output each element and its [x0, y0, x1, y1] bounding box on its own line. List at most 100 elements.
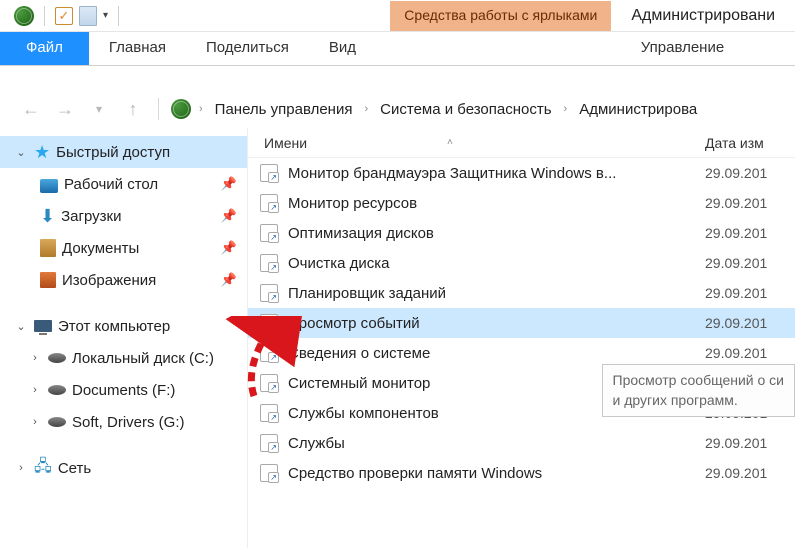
file-row[interactable]: Службы29.09.201	[248, 428, 795, 458]
sidebar-item-downloads[interactable]: ⬇ Загрузки 📌	[0, 200, 247, 232]
tab-manage[interactable]: Управление	[570, 32, 795, 65]
file-date: 29.09.201	[705, 165, 795, 181]
shortcut-icon	[258, 342, 280, 364]
sidebar-item-drive-f[interactable]: › Documents (F:)	[0, 374, 247, 406]
file-date: 29.09.201	[705, 195, 795, 211]
forward-button[interactable]: →	[52, 96, 78, 122]
contextual-tab-header: Средства работы с ярлыками Администриров…	[390, 1, 795, 31]
file-date: 29.09.201	[705, 345, 795, 361]
star-icon: ★	[34, 143, 50, 161]
sidebar-item-label: Быстрый доступ	[56, 144, 247, 161]
sidebar-item-this-pc[interactable]: ⌄ Этот компьютер	[0, 310, 247, 342]
file-row[interactable]: Планировщик заданий29.09.201	[248, 278, 795, 308]
file-date: 29.09.201	[705, 465, 795, 481]
expand-icon[interactable]: ›	[28, 352, 42, 364]
file-date: 29.09.201	[705, 435, 795, 451]
shortcut-icon	[258, 222, 280, 244]
shortcut-icon	[258, 402, 280, 424]
sidebar-item-label: Изображения	[62, 272, 215, 289]
collapse-icon[interactable]: ⌄	[14, 146, 28, 159]
file-name: Сведения о системе	[288, 345, 705, 362]
separator	[158, 98, 159, 120]
separator	[118, 6, 119, 26]
breadcrumb-item[interactable]: Система и безопасность	[376, 98, 555, 121]
explorer-body: ⌄ ★ Быстрый доступ Рабочий стол 📌 ⬇ Загр…	[0, 128, 795, 548]
new-folder-icon[interactable]	[79, 6, 97, 26]
downloads-icon: ⬇	[40, 206, 55, 227]
collapse-icon[interactable]: ⌄	[14, 320, 28, 333]
history-dropdown-icon[interactable]: ▾	[86, 96, 112, 122]
pin-icon[interactable]: 📌	[221, 208, 237, 224]
shortcut-icon	[258, 372, 280, 394]
tab-view[interactable]: Вид	[309, 32, 376, 65]
documents-icon	[40, 239, 56, 257]
column-headers[interactable]: Имени ˄ Дата изм	[248, 128, 795, 158]
location-icon[interactable]	[171, 99, 191, 119]
file-list-pane: Имени ˄ Дата изм Монитор брандмауэра Защ…	[248, 128, 795, 548]
quick-access-toolbar: ✓ ▾	[0, 6, 123, 26]
window-title: Администрировани	[611, 1, 795, 31]
ribbon-tabs: Файл Главная Поделиться Вид Управление	[0, 32, 795, 66]
file-row[interactable]: Просмотр событий29.09.201	[248, 308, 795, 338]
shortcut-icon	[258, 252, 280, 274]
file-row[interactable]: Монитор ресурсов29.09.201	[248, 188, 795, 218]
desktop-icon	[40, 179, 58, 193]
chevron-right-icon[interactable]: ›	[560, 103, 572, 115]
sidebar-item-label: Рабочий стол	[64, 176, 215, 193]
tab-file[interactable]: Файл	[0, 32, 89, 65]
sidebar-item-desktop[interactable]: Рабочий стол 📌	[0, 168, 247, 200]
sidebar-item-documents[interactable]: Документы 📌	[0, 232, 247, 264]
file-name: Очистка диска	[288, 255, 705, 272]
file-name: Средство проверки памяти Windows	[288, 465, 705, 482]
sidebar-item-drive-g[interactable]: › Soft, Drivers (G:)	[0, 406, 247, 438]
sidebar-item-drive-c[interactable]: › Локальный диск (C:)	[0, 342, 247, 374]
app-icon[interactable]	[14, 6, 34, 26]
file-row[interactable]: Монитор брандмауэра Защитника Windows в.…	[248, 158, 795, 188]
expand-icon[interactable]: ›	[28, 384, 42, 396]
ribbon-body	[0, 66, 795, 84]
sidebar-item-network[interactable]: › 🖧 Сеть	[0, 452, 247, 484]
network-icon: 🖧	[34, 455, 52, 482]
pin-icon[interactable]: 📌	[221, 176, 237, 192]
tooltip-line: и других программ.	[613, 391, 784, 411]
breadcrumb[interactable]: › Панель управления › Система и безопасн…	[171, 98, 701, 121]
file-list: Монитор брандмауэра Защитника Windows в.…	[248, 158, 795, 488]
computer-icon	[34, 320, 52, 332]
sidebar-item-label: Сеть	[58, 460, 247, 477]
file-row[interactable]: Средство проверки памяти Windows29.09.20…	[248, 458, 795, 488]
column-date[interactable]: Дата изм	[705, 135, 795, 151]
chevron-right-icon[interactable]: ›	[360, 103, 372, 115]
disk-icon	[48, 385, 66, 395]
file-date: 29.09.201	[705, 225, 795, 241]
pin-icon[interactable]: 📌	[221, 240, 237, 256]
column-name[interactable]: Имени ˄	[248, 135, 705, 151]
file-date: 29.09.201	[705, 315, 795, 331]
sidebar-item-quick-access[interactable]: ⌄ ★ Быстрый доступ	[0, 136, 247, 168]
column-name-label: Имени	[264, 135, 307, 151]
file-date: 29.09.201	[705, 285, 795, 301]
qat-dropdown-icon[interactable]: ▾	[103, 10, 108, 21]
back-button[interactable]: ←	[18, 96, 44, 122]
file-name: Монитор ресурсов	[288, 195, 705, 212]
file-row[interactable]: Очистка диска29.09.201	[248, 248, 795, 278]
file-date: 29.09.201	[705, 255, 795, 271]
file-row[interactable]: Оптимизация дисков29.09.201	[248, 218, 795, 248]
up-button[interactable]: ↑	[120, 96, 146, 122]
sidebar-item-label: Этот компьютер	[58, 318, 247, 335]
sidebar-item-pictures[interactable]: Изображения 📌	[0, 264, 247, 296]
sidebar-item-label: Документы	[62, 240, 215, 257]
navigation-pane: ⌄ ★ Быстрый доступ Рабочий стол 📌 ⬇ Загр…	[0, 128, 248, 548]
shortcut-icon	[258, 312, 280, 334]
pin-icon[interactable]: 📌	[221, 272, 237, 288]
expand-icon[interactable]: ›	[14, 462, 28, 474]
chevron-right-icon[interactable]: ›	[195, 103, 207, 115]
shortcut-icon	[258, 192, 280, 214]
breadcrumb-item[interactable]: Панель управления	[211, 98, 357, 121]
tab-share[interactable]: Поделиться	[186, 32, 309, 65]
expand-icon[interactable]: ›	[28, 416, 42, 428]
properties-icon[interactable]: ✓	[55, 7, 73, 25]
tooltip: Просмотр сообщений о си и других програм…	[602, 364, 795, 417]
tab-home[interactable]: Главная	[89, 32, 186, 65]
breadcrumb-item[interactable]: Администрирова	[575, 98, 701, 121]
file-name: Оптимизация дисков	[288, 225, 705, 242]
